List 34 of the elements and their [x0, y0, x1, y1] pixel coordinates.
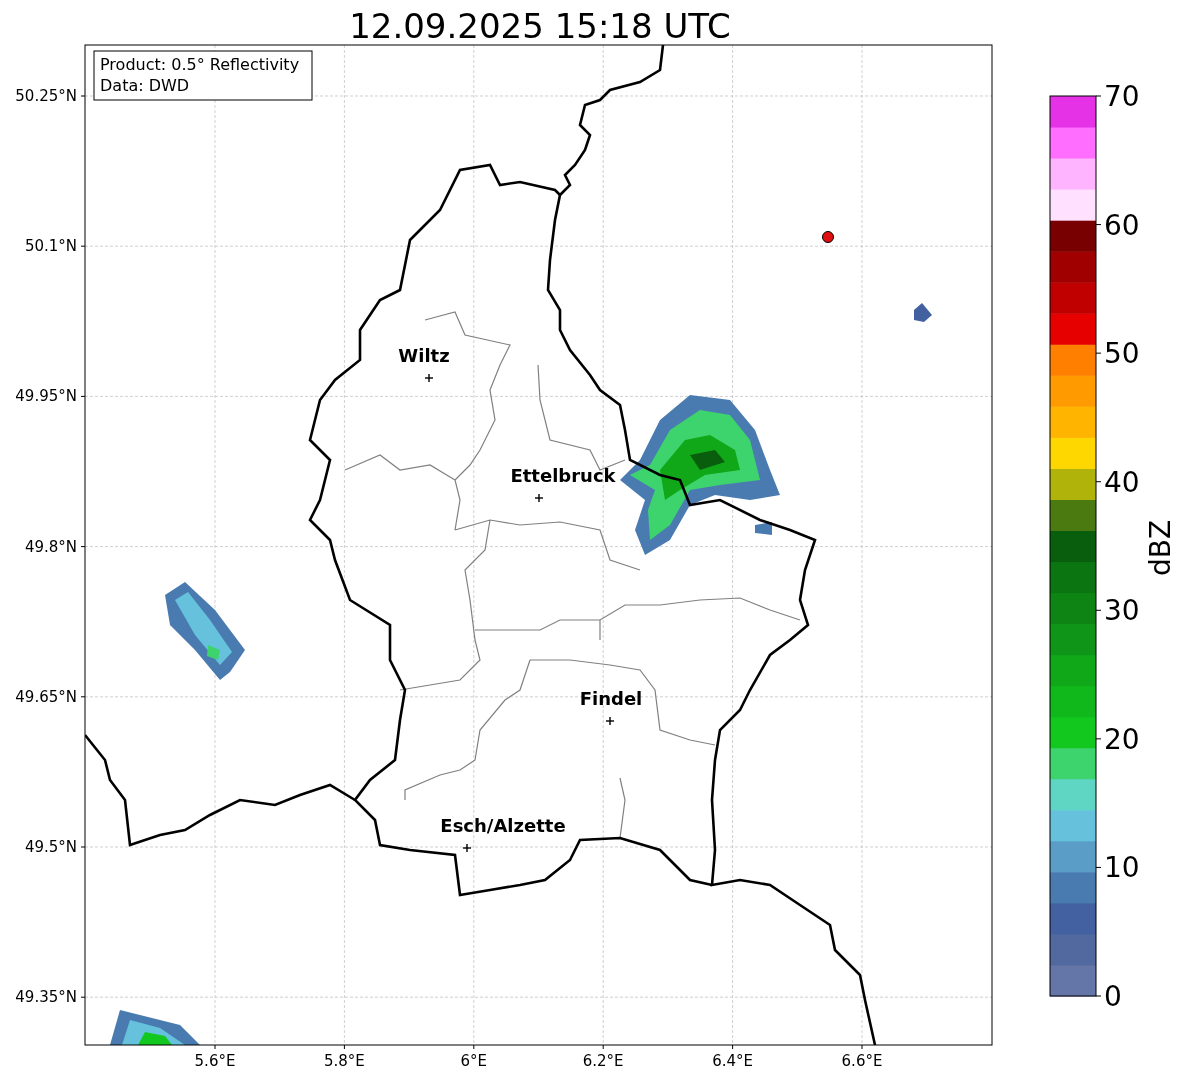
colorbar-tick-label: 50: [1104, 337, 1140, 371]
latitude-label: 49.8°N: [24, 537, 77, 556]
longitude-label: 5.6°E: [194, 1052, 236, 1070]
city-marker-icon: [462, 843, 472, 853]
chart-title: 12.09.2025 15:18 UTC: [349, 6, 731, 46]
city-marker-icon: [534, 493, 544, 503]
city-marker-icon: [424, 373, 434, 383]
longitude-label: 6.4°E: [712, 1052, 753, 1070]
latitude-label: 50.25°N: [15, 87, 77, 105]
info-text: Product: 0.5° Reflectivity: [100, 55, 300, 74]
longitude-label: 6.6°E: [841, 1052, 883, 1070]
colorbar-tick-label: 0: [1104, 980, 1122, 1013]
city-marker-icon: [605, 716, 615, 726]
colorbar-label: dBZ: [1144, 519, 1177, 577]
colorbar-tick-label: 60: [1104, 208, 1140, 242]
colorbar-tick-label: 30: [1104, 594, 1140, 628]
latitude-label: 49.35°N: [15, 988, 77, 1007]
latitude-label: 50.1°N: [24, 237, 77, 256]
latitude-label: 49.95°N: [15, 387, 77, 406]
city-label: Ettelbruck: [510, 465, 616, 486]
station-marker-icon: [822, 231, 834, 243]
city-label: Esch/Alzette: [440, 815, 566, 836]
colorbar-tick-label: 70: [1104, 80, 1140, 113]
city-label: Wiltz: [398, 345, 450, 366]
colorbar-tick-label: 40: [1104, 465, 1140, 499]
info-text: Data: DWD: [100, 76, 190, 95]
longitude-label: 5.8°E: [324, 1052, 365, 1070]
city-label: Findel: [579, 688, 643, 709]
latitude-label: 49.5°N: [24, 838, 77, 856]
longitude-label: 6.2°E: [582, 1052, 624, 1070]
longitude-label: 6°E: [460, 1052, 488, 1070]
colorbar-tick-label: 20: [1104, 722, 1140, 756]
colorbar-tick-label: 10: [1104, 851, 1140, 885]
latitude-label: 49.65°N: [15, 687, 77, 706]
